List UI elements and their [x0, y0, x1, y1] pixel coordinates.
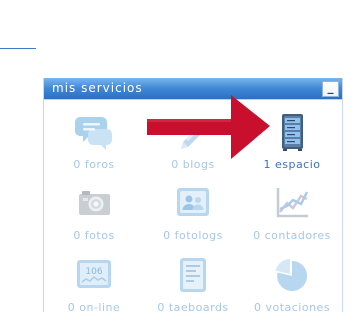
service-label: 1 espacio [263, 158, 321, 171]
service-taeboards[interactable]: 0 taeboards [143, 254, 243, 324]
service-label: 0 foros [73, 158, 115, 171]
minimize-button[interactable]: _ [322, 81, 339, 97]
service-label: 0 taeboards [157, 301, 229, 314]
service-label: 0 fotologs [163, 229, 223, 242]
panel-title: mis servicios [52, 81, 143, 95]
counter-display-icon: 106 [73, 254, 115, 296]
chart-icon [271, 182, 313, 224]
counter-value: 106 [85, 267, 102, 277]
service-foros[interactable]: 0 foros [44, 111, 144, 181]
top-divider [0, 48, 36, 49]
services-panel: mis servicios _ 0 foros 0 blogs 1 espaci… [43, 78, 343, 314]
service-online[interactable]: 106 0 on-line [44, 254, 144, 324]
service-fotos[interactable]: 0 fotos [44, 182, 144, 252]
panel-header: mis servicios _ [44, 78, 342, 100]
service-votaciones[interactable]: 0 votaciones [242, 254, 342, 324]
service-espacio[interactable]: 1 espacio [242, 111, 342, 181]
service-label: 0 blogs [171, 158, 215, 171]
service-label: 0 on-line [67, 301, 121, 314]
service-label: 0 contadores [253, 229, 331, 242]
service-contadores[interactable]: 0 contadores [242, 182, 342, 252]
pencil-icon [172, 111, 214, 153]
photo-people-icon [172, 182, 214, 224]
pie-chart-icon [271, 254, 313, 296]
service-blogs[interactable]: 0 blogs [143, 111, 243, 181]
speech-bubbles-icon [73, 111, 115, 153]
camera-icon [73, 182, 115, 224]
service-label: 0 votaciones [253, 301, 331, 314]
server-icon [271, 111, 313, 153]
board-icon [172, 254, 214, 296]
service-fotologs[interactable]: 0 fotologs [143, 182, 243, 252]
service-label: 0 fotos [73, 229, 115, 242]
